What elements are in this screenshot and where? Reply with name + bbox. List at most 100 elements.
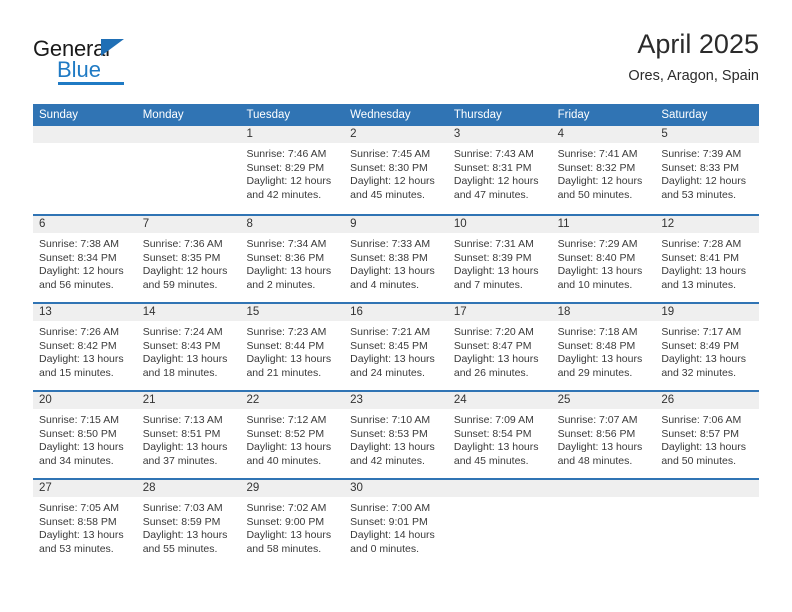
calendar-day-cell[interactable]: 15 Sunrise: 7:23 AM Sunset: 8:44 PM Dayligh… xyxy=(240,304,345,390)
calendar-week-row: 20 Sunrise: 7:15 AM Sunset: 8:50 PM Dayligh… xyxy=(33,390,760,478)
calendar-day-cell[interactable]: 7 Sunrise: 7:36 AM Sunset: 8:35 PM Daylight… xyxy=(136,216,241,302)
calendar-day-cell[interactable]: 14 Sunrise: 7:24 AM Sunset: 8:43 PM Dayligh… xyxy=(136,304,241,390)
calendar-day-cell[interactable]: 11 Sunrise: 7:29 AM Sunset: 8:40 PM Dayligh… xyxy=(551,216,656,302)
day-number-band: 22 xyxy=(240,392,345,409)
day-number-band xyxy=(447,480,552,497)
calendar-day-cell[interactable]: 10 Sunrise: 7:31 AM Sunset: 8:39 PM Dayligh… xyxy=(447,216,552,302)
calendar-day-cell[interactable]: 19 Sunrise: 7:17 AM Sunset: 8:49 PM Dayligh… xyxy=(655,304,760,390)
weekday-header-friday: Friday xyxy=(557,109,590,121)
day-number: 2 xyxy=(350,128,357,140)
calendar-day-cell[interactable]: 18 Sunrise: 7:18 AM Sunset: 8:48 PM Dayligh… xyxy=(551,304,656,390)
sunset-time: Sunset: 8:57 PM xyxy=(661,427,739,440)
day-number-band: 26 xyxy=(655,392,760,409)
calendar-day-cell[interactable]: 30 Sunrise: 7:00 AM Sunset: 9:01 PM Dayligh… xyxy=(344,480,448,566)
calendar-day-cell[interactable]: 20 Sunrise: 7:15 AM Sunset: 8:50 PM Dayligh… xyxy=(33,392,137,478)
day-number: 16 xyxy=(350,306,363,318)
calendar-day-cell[interactable]: 4 Sunrise: 7:41 AM Sunset: 8:32 PM Daylight… xyxy=(551,126,656,214)
sunset-time: Sunset: 8:36 PM xyxy=(246,251,325,264)
calendar-day-cell[interactable]: 16 Sunrise: 7:21 AM Sunset: 8:45 PM Dayligh… xyxy=(344,304,448,390)
day-sun-info: Sunrise: 7:17 AM Sunset: 8:49 PM Daylight:… xyxy=(655,321,759,380)
day-number: 10 xyxy=(453,218,467,230)
calendar-day-cell[interactable]: 23 Sunrise: 7:10 AM Sunset: 8:53 PM Dayligh… xyxy=(344,392,448,478)
daylight-line-2: and 47 minutes. xyxy=(453,188,529,201)
daylight-line-2: and 18 minutes. xyxy=(142,366,218,379)
calendar-weeks: 1 Sunrise: 7:46 AM Sunset: 8:29 PM Daylight… xyxy=(33,126,760,566)
day-sun-info: Sunrise: 7:13 AM Sunset: 8:51 PM Daylight:… xyxy=(137,409,241,468)
day-sun-info: Sunrise: 7:29 AM Sunset: 8:40 PM Daylight:… xyxy=(552,233,656,292)
day-number-band: 4 xyxy=(551,126,656,143)
calendar-day-cell[interactable]: 21 Sunrise: 7:13 AM Sunset: 8:51 PM Dayligh… xyxy=(136,392,241,478)
day-number: 22 xyxy=(246,394,260,406)
daylight-line-2: and 59 minutes. xyxy=(142,278,218,291)
calendar-day-cell[interactable]: 2 Sunrise: 7:45 AM Sunset: 8:30 PM Daylight… xyxy=(344,126,448,214)
calendar-day-cell[interactable]: 9 Sunrise: 7:33 AM Sunset: 8:38 PM Daylight… xyxy=(344,216,448,302)
sunset-time: Sunset: 8:45 PM xyxy=(350,339,428,352)
daylight-line-1: Daylight: 13 hours xyxy=(246,265,332,278)
day-number-band: 19 xyxy=(655,304,760,321)
calendar-day-cell[interactable]: 28 Sunrise: 7:03 AM Sunset: 8:59 PM Dayligh… xyxy=(136,480,241,566)
daylight-line-2: and 15 minutes. xyxy=(39,366,114,379)
day-number: 28 xyxy=(142,482,156,494)
calendar-day-cell[interactable]: 25 Sunrise: 7:07 AM Sunset: 8:56 PM Dayligh… xyxy=(551,392,656,478)
daylight-line-2: and 34 minutes. xyxy=(39,454,114,467)
calendar-day-cell[interactable]: 29 Sunrise: 7:02 AM Sunset: 9:00 PM Dayligh… xyxy=(240,480,345,566)
daylight-line-2: and 45 minutes. xyxy=(350,188,425,201)
day-sun-info: Sunrise: 7:31 AM Sunset: 8:39 PM Daylight:… xyxy=(448,233,552,292)
day-number: 17 xyxy=(453,306,467,318)
general-blue-logo: General Blue xyxy=(33,36,193,88)
sunset-time: Sunset: 8:53 PM xyxy=(350,427,428,440)
day-number-band: 25 xyxy=(551,392,656,409)
daylight-line-1: Daylight: 12 hours xyxy=(39,265,124,278)
day-number-band: 1 xyxy=(240,126,345,143)
daylight-line-2: and 2 minutes. xyxy=(246,278,316,291)
sunrise-time: Sunrise: 7:21 AM xyxy=(350,326,431,338)
calendar-day-cell-empty xyxy=(33,126,137,214)
day-number: 11 xyxy=(557,218,570,230)
calendar-day-cell[interactable]: 5 Sunrise: 7:39 AM Sunset: 8:33 PM Daylight… xyxy=(655,126,760,214)
day-number-band: 16 xyxy=(344,304,448,321)
daylight-line-2: and 50 minutes. xyxy=(557,188,633,201)
daylight-line-2: and 29 minutes. xyxy=(557,366,633,379)
daylight-line-2: and 37 minutes. xyxy=(142,454,218,467)
sunrise-time: Sunrise: 7:41 AM xyxy=(557,148,638,160)
day-sun-info: Sunrise: 7:02 AM Sunset: 9:00 PM Daylight:… xyxy=(240,497,344,556)
day-number: 29 xyxy=(246,482,260,494)
calendar-day-cell[interactable]: 27 Sunrise: 7:05 AM Sunset: 8:58 PM Dayligh… xyxy=(33,480,137,566)
calendar-day-cell[interactable]: 22 Sunrise: 7:12 AM Sunset: 8:52 PM Dayligh… xyxy=(240,392,345,478)
daylight-line-1: Daylight: 12 hours xyxy=(453,175,539,188)
sunrise-time: Sunrise: 7:10 AM xyxy=(350,414,431,426)
day-sun-info: Sunrise: 7:28 AM Sunset: 8:41 PM Daylight:… xyxy=(655,233,759,292)
day-number-band: 18 xyxy=(551,304,656,321)
day-number-band: 5 xyxy=(655,126,760,143)
day-number-band: 3 xyxy=(447,126,552,143)
daylight-line-1: Daylight: 12 hours xyxy=(142,265,228,278)
sunset-time: Sunset: 8:51 PM xyxy=(142,427,221,440)
daylight-line-2: and 55 minutes. xyxy=(142,542,218,555)
sunset-time: Sunset: 8:59 PM xyxy=(142,515,221,528)
calendar-day-cell[interactable]: 1 Sunrise: 7:46 AM Sunset: 8:29 PM Daylight… xyxy=(240,126,345,214)
day-number: 23 xyxy=(350,394,363,406)
day-number-band: 30 xyxy=(344,480,448,497)
calendar-page: General Blue April 2025 Ores, Aragon, Sp… xyxy=(0,0,792,612)
daylight-line-2: and 50 minutes. xyxy=(661,454,737,467)
day-sun-info: Sunrise: 7:33 AM Sunset: 8:38 PM Daylight:… xyxy=(344,233,448,292)
sunset-time: Sunset: 8:31 PM xyxy=(453,161,532,174)
day-number: 1 xyxy=(246,128,253,140)
sunrise-time: Sunrise: 7:29 AM xyxy=(557,238,638,250)
day-number: 24 xyxy=(453,394,467,406)
calendar-day-cell[interactable]: 24 Sunrise: 7:09 AM Sunset: 8:54 PM Dayligh… xyxy=(447,392,552,478)
calendar-day-cell[interactable]: 6 Sunrise: 7:38 AM Sunset: 8:34 PM Daylight… xyxy=(33,216,137,302)
day-number-band xyxy=(33,126,137,143)
sunset-time: Sunset: 8:32 PM xyxy=(557,161,636,174)
calendar-week-row: 13 Sunrise: 7:26 AM Sunset: 8:42 PM Dayligh… xyxy=(33,302,760,390)
calendar-day-cell[interactable]: 12 Sunrise: 7:28 AM Sunset: 8:41 PM Dayligh… xyxy=(655,216,760,302)
day-number-band: 17 xyxy=(447,304,552,321)
calendar-day-cell[interactable]: 17 Sunrise: 7:20 AM Sunset: 8:47 PM Dayligh… xyxy=(447,304,552,390)
sunset-time: Sunset: 8:29 PM xyxy=(246,161,325,174)
calendar-day-cell[interactable]: 13 Sunrise: 7:26 AM Sunset: 8:42 PM Dayligh… xyxy=(33,304,137,390)
daylight-line-2: and 58 minutes. xyxy=(246,542,322,555)
calendar-day-cell[interactable]: 8 Sunrise: 7:34 AM Sunset: 8:36 PM Daylight… xyxy=(240,216,345,302)
day-sun-info: Sunrise: 7:46 AM Sunset: 8:29 PM Daylight:… xyxy=(240,143,344,202)
calendar-day-cell[interactable]: 3 Sunrise: 7:43 AM Sunset: 8:31 PM Daylight… xyxy=(447,126,552,214)
calendar-day-cell[interactable]: 26 Sunrise: 7:06 AM Sunset: 8:57 PM Dayligh… xyxy=(655,392,760,478)
